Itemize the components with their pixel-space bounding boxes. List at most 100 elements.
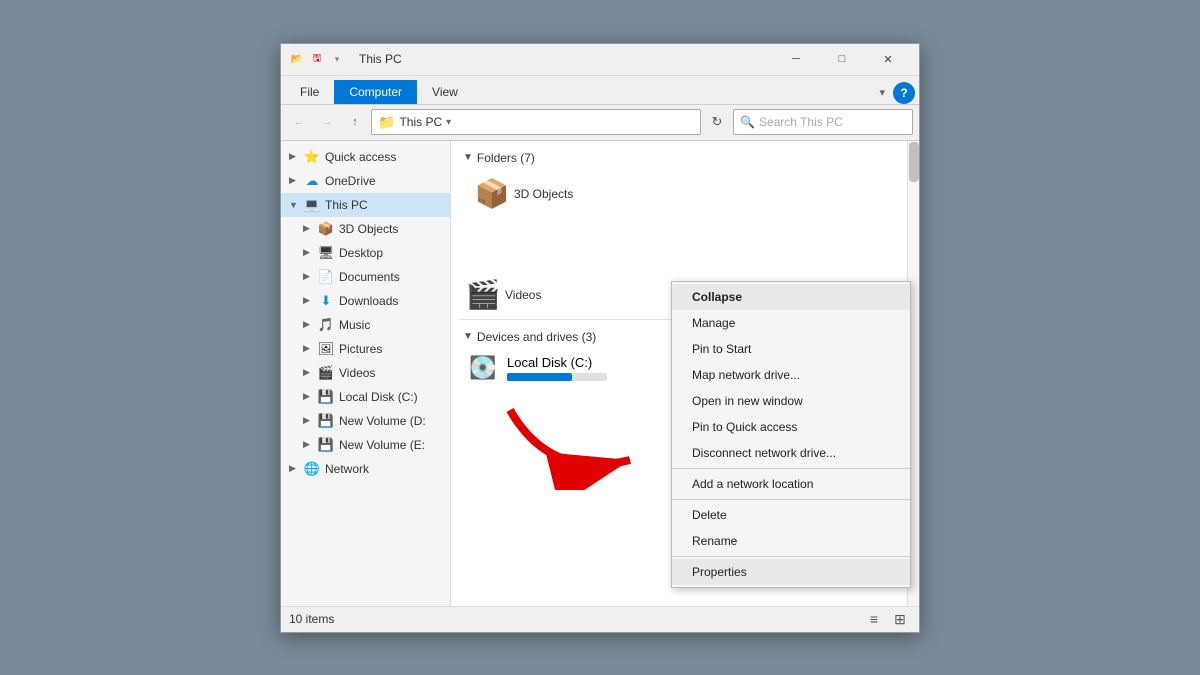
new-volume-e-icon: 💾 — [317, 436, 335, 454]
file-area: ▼ Folders (7) 📦 3D Objects 🎬 Videos ▼ De… — [451, 141, 919, 606]
status-bar-view-controls: ≡ ⊞ — [863, 609, 911, 629]
main-area: ▶ ⭐ Quick access ▶ ☁ OneDrive ▼ 💻 This P… — [281, 141, 919, 606]
quick-access-arrow: ▶ — [289, 151, 303, 162]
back-button[interactable]: ← — [287, 110, 311, 134]
close-button[interactable]: ✕ — [865, 43, 911, 75]
sidebar-item-downloads[interactable]: ▶ ⬇ Downloads — [281, 289, 450, 313]
documents-label: Documents — [339, 270, 400, 284]
this-pc-label: This PC — [325, 198, 368, 212]
scrollbar-thumb[interactable] — [909, 142, 919, 182]
sidebar-item-desktop[interactable]: ▶ 🖥 Desktop — [281, 241, 450, 265]
music-arrow: ▶ — [303, 319, 317, 330]
ribbon: File Computer View ▾ ? — [281, 76, 919, 105]
help-button[interactable]: ? — [893, 82, 915, 104]
tab-view[interactable]: View — [417, 80, 473, 104]
3d-objects-icon: 📦 — [317, 220, 335, 238]
status-count: 10 items — [289, 612, 334, 626]
3d-objects-folder-icon: 📦 — [476, 178, 508, 210]
ctx-separator-1 — [672, 468, 910, 469]
3d-objects-arrow: ▶ — [303, 223, 317, 234]
devices-section-title: Devices and drives (3) — [477, 330, 596, 344]
folders-section-title: Folders (7) — [477, 151, 535, 165]
this-pc-arrow: ▼ — [289, 200, 303, 210]
title-bar-folder-icon: 📂 — [289, 51, 305, 67]
ctx-separator-3 — [672, 556, 910, 557]
up-button[interactable]: ↑ — [343, 110, 367, 134]
desktop-label: Desktop — [339, 246, 383, 260]
search-icon: 🔍 — [740, 115, 755, 129]
window-controls: ─ □ ✕ — [773, 43, 911, 75]
sidebar-item-videos[interactable]: ▶ 🎬 Videos — [281, 361, 450, 385]
sidebar-item-new-volume-d[interactable]: ▶ 💾 New Volume (D: — [281, 409, 450, 433]
downloads-label: Downloads — [339, 294, 398, 308]
documents-arrow: ▶ — [303, 271, 317, 282]
new-volume-d-label: New Volume (D: — [339, 414, 426, 428]
downloads-icon: ⬇ — [317, 292, 335, 310]
status-bar: 10 items ≡ ⊞ — [281, 606, 919, 632]
grid-view-button[interactable]: ⊞ — [889, 609, 911, 629]
new-volume-d-arrow: ▶ — [303, 415, 317, 426]
disk-c-info: Local Disk (C:) — [507, 355, 607, 381]
disk-bar-fill — [507, 373, 572, 381]
folder-item-3d-objects[interactable]: 📦 3D Objects — [467, 173, 582, 215]
forward-button[interactable]: → — [315, 110, 339, 134]
address-dropdown-icon[interactable]: ▾ — [446, 117, 451, 128]
ctx-item-open-new-window[interactable]: Open in new window — [672, 388, 910, 414]
tab-file[interactable]: File — [285, 80, 334, 104]
sidebar-item-quick-access[interactable]: ▶ ⭐ Quick access — [281, 145, 450, 169]
list-view-button[interactable]: ≡ — [863, 609, 885, 629]
ctx-item-rename[interactable]: Rename — [672, 528, 910, 554]
ctx-item-delete[interactable]: Delete — [672, 502, 910, 528]
onedrive-icon: ☁ — [303, 172, 321, 190]
music-label: Music — [339, 318, 370, 332]
3d-objects-folder-label: 3D Objects — [514, 187, 573, 201]
new-volume-e-label: New Volume (E: — [339, 438, 425, 452]
file-explorer-window: 📂 🖫 ▾ This PC ─ □ ✕ File Computer View ▾… — [280, 43, 920, 633]
search-box[interactable]: 🔍 Search This PC — [733, 109, 913, 135]
sidebar-item-new-volume-e[interactable]: ▶ 💾 New Volume (E: — [281, 433, 450, 457]
new-volume-d-icon: 💾 — [317, 412, 335, 430]
refresh-button[interactable]: ↻ — [705, 110, 729, 134]
address-folder-icon: 📁 — [378, 114, 395, 131]
quick-access-label: Quick access — [325, 150, 396, 164]
sidebar-item-3d-objects[interactable]: ▶ 📦 3D Objects — [281, 217, 450, 241]
ctx-item-pin-quick-access[interactable]: Pin to Quick access — [672, 414, 910, 440]
disk-c-label: Local Disk (C:) — [507, 355, 607, 370]
documents-icon: 📄 — [317, 268, 335, 286]
ctx-item-manage[interactable]: Manage — [672, 310, 910, 336]
ctx-item-collapse[interactable]: Collapse — [672, 284, 910, 310]
sidebar-item-documents[interactable]: ▶ 📄 Documents — [281, 265, 450, 289]
sidebar-item-music[interactable]: ▶ 🎵 Music — [281, 313, 450, 337]
ctx-item-disconnect-network[interactable]: Disconnect network drive... — [672, 440, 910, 466]
local-disk-c-label: Local Disk (C:) — [339, 390, 418, 404]
disk-c-icon: 💽 — [467, 352, 499, 384]
context-menu: Collapse Manage Pin to Start Map network… — [671, 281, 911, 588]
ctx-item-map-network-drive[interactable]: Map network drive... — [672, 362, 910, 388]
sidebar-item-network[interactable]: ▶ 🌐 Network — [281, 457, 450, 481]
sidebar-item-pictures[interactable]: ▶ 🖼 Pictures — [281, 337, 450, 361]
quick-access-icon: ⭐ — [303, 148, 321, 166]
maximize-button[interactable]: □ — [819, 43, 865, 75]
ctx-item-add-network-location[interactable]: Add a network location — [672, 471, 910, 497]
folder-grid: 📦 3D Objects — [459, 169, 911, 219]
videos-label: Videos — [339, 366, 375, 380]
downloads-arrow: ▶ — [303, 295, 317, 306]
ctx-item-properties[interactable]: Properties — [672, 559, 910, 585]
videos-arrow: ▶ — [303, 367, 317, 378]
onedrive-label: OneDrive — [325, 174, 376, 188]
title-bar-arrow-icon: ▾ — [329, 51, 345, 67]
sidebar-item-onedrive[interactable]: ▶ ☁ OneDrive — [281, 169, 450, 193]
videos-folder-label: Videos — [505, 288, 541, 302]
devices-chevron-icon: ▼ — [463, 331, 473, 342]
tab-computer[interactable]: Computer — [334, 80, 417, 104]
sidebar-item-this-pc[interactable]: ▼ 💻 This PC — [281, 193, 450, 217]
new-volume-e-arrow: ▶ — [303, 439, 317, 450]
minimize-button[interactable]: ─ — [773, 43, 819, 75]
music-icon: 🎵 — [317, 316, 335, 334]
desktop-arrow: ▶ — [303, 247, 317, 258]
ctx-item-pin-to-start[interactable]: Pin to Start — [672, 336, 910, 362]
title-bar: 📂 🖫 ▾ This PC ─ □ ✕ — [281, 44, 919, 76]
sidebar-item-local-disk-c[interactable]: ▶ 💾 Local Disk (C:) — [281, 385, 450, 409]
folders-section-header[interactable]: ▼ Folders (7) — [459, 145, 911, 169]
address-box[interactable]: 📁 This PC ▾ — [371, 109, 701, 135]
